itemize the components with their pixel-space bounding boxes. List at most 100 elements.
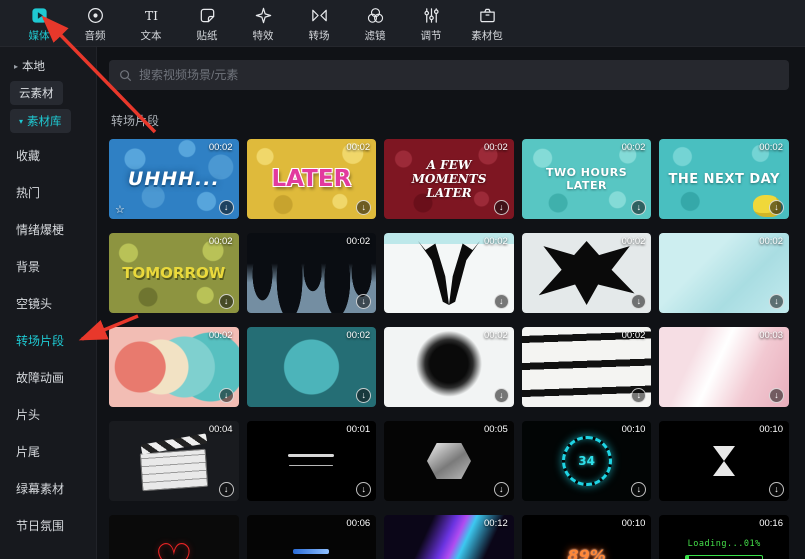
content-panel: 转场片段 UHHH...00:02☆↓LATER00:02↓A FEW MOME…: [97, 47, 805, 559]
toolbar-item-text[interactable]: TI文本: [124, 4, 178, 43]
sidebar-item-green-screen[interactable]: 绿幕素材: [0, 470, 96, 507]
grid-tile-13[interactable]: 00:02 ↓: [522, 327, 652, 407]
toolbar-item-audio[interactable]: 音频: [68, 4, 122, 43]
download-button[interactable]: ↓: [769, 294, 784, 309]
grid-tile-8[interactable]: 00:02 ↓: [522, 233, 652, 313]
search-icon: [119, 69, 132, 82]
grid-tile-6[interactable]: 00:02↓: [247, 233, 377, 313]
text-icon: TI: [142, 6, 161, 26]
sidebar-category-list: 收藏热门情绪爆梗背景空镜头转场片段故障动画片头片尾绿幕素材节日氛围: [0, 137, 96, 544]
tile-duration: 00:02: [209, 330, 233, 341]
grid-tile-3[interactable]: TWO HOURS LATER 00:02 ↓: [522, 139, 652, 219]
toolbar-item-sticker[interactable]: 贴纸: [180, 4, 234, 43]
grid-tile-7[interactable]: 00:02 ↓: [384, 233, 514, 313]
toolbar-item-adjust[interactable]: 调节: [404, 4, 458, 43]
toolbar-item-filter[interactable]: 滤镜: [348, 4, 402, 43]
sidebar-source-tabs: ▸本地云素材 ▾素材库: [0, 55, 96, 133]
sidebar-item-favorites[interactable]: 收藏: [0, 137, 96, 174]
download-button[interactable]: ↓: [494, 200, 509, 215]
tile-duration: 00:02: [346, 330, 370, 341]
download-button[interactable]: ↓: [494, 294, 509, 309]
material-grid: UHHH...00:02☆↓LATER00:02↓A FEW MOMENTS L…: [109, 139, 789, 559]
grid-tile-11[interactable]: 00:02 ↓: [247, 327, 377, 407]
download-button[interactable]: ↓: [356, 482, 371, 497]
sidebar-item-transition-clips[interactable]: 转场片段: [0, 322, 96, 359]
download-button[interactable]: ↓: [219, 482, 234, 497]
tile-duration: 00:16: [759, 518, 783, 529]
toolbar-item-label: 音频: [85, 28, 106, 43]
sticker-icon: [198, 6, 217, 26]
grid-tile-14[interactable]: 00:03↓: [659, 327, 789, 407]
grid-tile-0[interactable]: UHHH...00:02☆↓: [109, 139, 239, 219]
grid-tile-21[interactable]: 00:06↓: [247, 515, 377, 559]
grid-tile-1[interactable]: LATER00:02↓: [247, 139, 377, 219]
grid-tile-20[interactable]: ↓: [109, 515, 239, 559]
tile-duration: 00:10: [622, 424, 646, 435]
tile-title: TWO HOURS LATER: [522, 166, 652, 192]
grid-tile-18[interactable]: 3400:10↓: [522, 421, 652, 501]
favorite-star-icon[interactable]: ☆: [115, 203, 125, 216]
download-button[interactable]: ↓: [769, 200, 784, 215]
grid-tile-16[interactable]: 00:01 ↓: [247, 421, 377, 501]
sidebar-tab-library[interactable]: ▾素材库: [10, 109, 71, 133]
grid-tile-15[interactable]: 00:04 ↓: [109, 421, 239, 501]
grid-tile-2[interactable]: A FEW MOMENTS LATER00:02↓: [384, 139, 514, 219]
grid-tile-5[interactable]: TOMORROW 00:02 ↓: [109, 233, 239, 313]
tile-duration: 00:02: [484, 330, 508, 341]
tile-duration: 00:02: [622, 330, 646, 341]
download-button[interactable]: ↓: [631, 294, 646, 309]
tile-duration: 00:02: [622, 236, 646, 247]
sidebar-item-glitch[interactable]: 故障动画: [0, 359, 96, 396]
download-button[interactable]: ↓: [219, 294, 234, 309]
download-button[interactable]: ↓: [356, 388, 371, 403]
tile-duration: 00:02: [209, 142, 233, 153]
download-button[interactable]: ↓: [769, 482, 784, 497]
download-button[interactable]: ↓: [219, 388, 234, 403]
search-bar[interactable]: [109, 60, 789, 90]
sidebar-tab-local[interactable]: ▸本地: [10, 55, 49, 77]
tile-title: TOMORROW: [116, 264, 231, 282]
sidebar-item-empty-shot[interactable]: 空镜头: [0, 285, 96, 322]
grid-tile-19[interactable]: 00:10 ↓: [659, 421, 789, 501]
sidebar-tab-cloud[interactable]: 云素材: [10, 81, 63, 105]
tile-duration: 00:10: [759, 424, 783, 435]
grid-tile-10[interactable]: 00:02 ↓: [109, 327, 239, 407]
sidebar-item-festival[interactable]: 节日氛围: [0, 507, 96, 544]
sidebar-item-memes[interactable]: 情绪爆梗: [0, 211, 96, 248]
tile-duration: 00:04: [209, 424, 233, 435]
download-button[interactable]: ↓: [631, 388, 646, 403]
download-button[interactable]: ↓: [631, 200, 646, 215]
toolbar-item-transition[interactable]: 转场: [292, 4, 346, 43]
toolbar-item-effects[interactable]: 特效: [236, 4, 290, 43]
grid-tile-12[interactable]: 00:02 ↓: [384, 327, 514, 407]
tile-title: A FEW MOMENTS LATER: [384, 158, 514, 200]
tile-duration: 00:01: [346, 424, 370, 435]
grid-tile-17[interactable]: 00:05↓: [384, 421, 514, 501]
download-button[interactable]: ↓: [356, 200, 371, 215]
grid-tile-23[interactable]: 89%00:10↓: [522, 515, 652, 559]
download-button[interactable]: ↓: [356, 294, 371, 309]
download-button[interactable]: ↓: [631, 482, 646, 497]
sidebar-item-intro[interactable]: 片头: [0, 396, 96, 433]
tile-duration: 00:02: [209, 236, 233, 247]
grid-tile-9[interactable]: 00:02↓: [659, 233, 789, 313]
sidebar-item-outro[interactable]: 片尾: [0, 433, 96, 470]
toolbar-item-pack[interactable]: 素材包: [460, 4, 514, 43]
tile-duration: 00:02: [622, 142, 646, 153]
download-button[interactable]: ↓: [769, 388, 784, 403]
download-button[interactable]: ↓: [219, 200, 234, 215]
sidebar-item-background[interactable]: 背景: [0, 248, 96, 285]
tile-duration: 00:02: [484, 236, 508, 247]
download-button[interactable]: ↓: [494, 482, 509, 497]
adjust-icon: [422, 6, 441, 26]
search-input[interactable]: [139, 68, 779, 82]
grid-tile-4[interactable]: THE NEXT DAY00:02↓: [659, 139, 789, 219]
grid-tile-22[interactable]: 00:12↓: [384, 515, 514, 559]
grid-tile-24[interactable]: Loading...01%00:16↓: [659, 515, 789, 559]
download-button[interactable]: ↓: [494, 388, 509, 403]
toolbar-item-label: 媒体: [29, 28, 50, 43]
toolbar-item-media[interactable]: 媒体: [12, 4, 66, 43]
sidebar-item-hot[interactable]: 热门: [0, 174, 96, 211]
filter-icon: [366, 6, 385, 26]
pack-icon: [478, 6, 497, 26]
